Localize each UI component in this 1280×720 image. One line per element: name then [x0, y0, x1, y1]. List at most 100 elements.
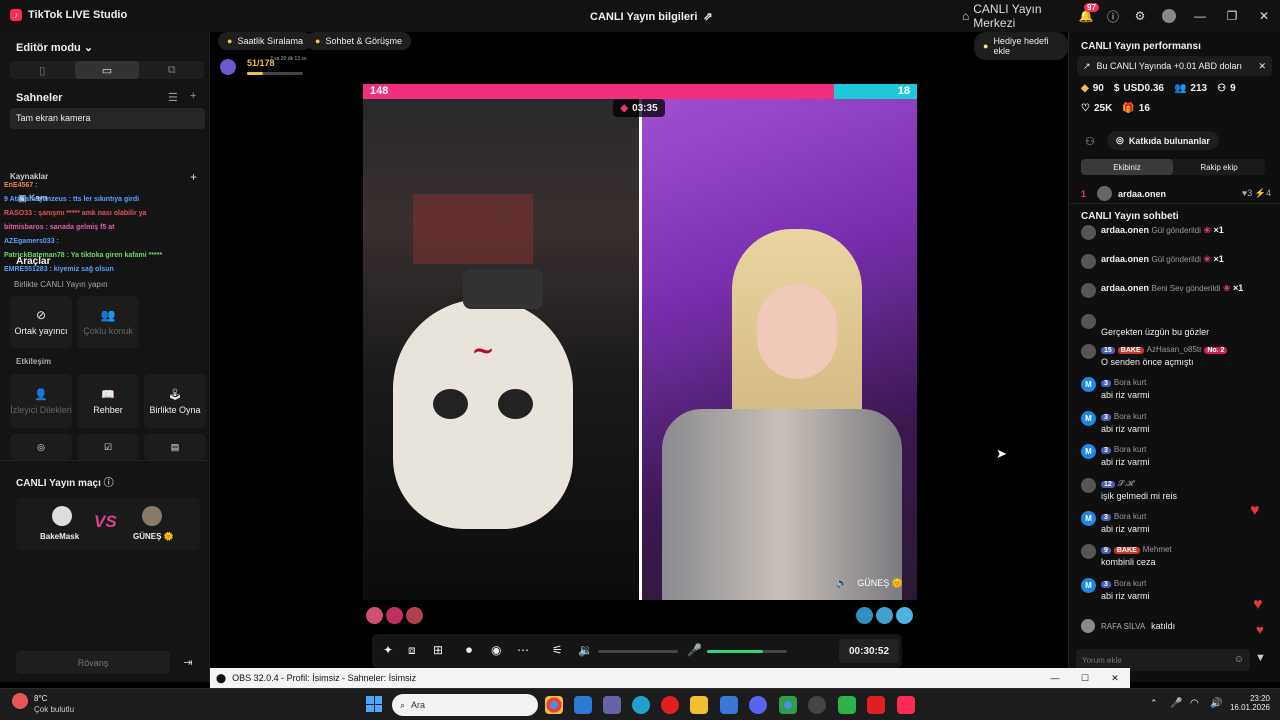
tab-mine[interactable]: Ekibiniz [1081, 159, 1173, 175]
supporter-avatar[interactable] [896, 607, 913, 624]
overlay-icon[interactable]: ⧈ [408, 643, 416, 658]
obs-window-bar[interactable]: ⬤ OBS 32.0.4 - Profil: İsimsiz - Sahnele… [210, 668, 1130, 688]
hourly-rank-button[interactable]: ● Saatlik Sıralama [218, 32, 312, 50]
chat-meet-button[interactable]: ● Sohbet & Görüşme [306, 32, 411, 50]
tab-rival[interactable]: Rakip ekip [1173, 159, 1265, 175]
mic-volume-slider[interactable] [707, 650, 787, 653]
mouse-cursor-icon: ➤ [996, 446, 1007, 461]
edge-icon[interactable] [632, 696, 650, 714]
weather-temp[interactable]: 8°C [34, 694, 47, 703]
emoji-icon[interactable]: ☺ [1234, 654, 1244, 665]
right-panel: CANLI Yayın performansı ↗ Bu CANLI Yayın… [1068, 32, 1280, 682]
multi-guest-tool[interactable]: 👥 Çoklu konuk [77, 296, 139, 348]
chat-meet-label: Sohbet & Görüşme [325, 36, 402, 46]
tool-extra-2[interactable]: ☑ [77, 434, 139, 460]
tray-chevron-icon[interactable]: ⌃ [1150, 698, 1158, 709]
dual-orientation-icon[interactable]: ⧉ [139, 61, 204, 79]
tool-extra-3[interactable]: ▤ [144, 434, 206, 460]
scene-item[interactable]: Tam ekran kamera [10, 108, 205, 129]
app-icon[interactable] [838, 696, 856, 714]
tool-extra-1[interactable]: ◎ [10, 434, 72, 460]
list-icon[interactable]: ☰ [168, 91, 178, 104]
filter-icon[interactable]: ▼ [1255, 652, 1266, 664]
heart-icon: ♡ [1081, 103, 1090, 114]
volume-tray-icon[interactable]: 🔊 [1210, 698, 1222, 709]
chat-text: Gerçekten üzgün bu gözler [1101, 327, 1210, 337]
chat-text: abi riz varmi [1101, 590, 1150, 601]
viewer-requests-tool[interactable]: 👤 İzleyici Dilekleri [10, 374, 72, 428]
rank-badge-icon [220, 59, 236, 75]
close-button[interactable]: ✕ [1248, 0, 1280, 32]
supporter-avatar[interactable] [406, 607, 423, 624]
effects-icon[interactable]: ✦ [383, 643, 393, 657]
microphone-icon[interactable]: 🎤 [687, 643, 702, 657]
minimize-icon[interactable]: — [1040, 673, 1070, 683]
minimize-button[interactable]: — [1184, 0, 1216, 32]
more-icon[interactable]: ⋯ [517, 643, 529, 657]
discord-icon[interactable] [749, 696, 767, 714]
chat-text: kombinli ceza [1101, 557, 1156, 568]
search-icon: ⌕ [400, 699, 406, 710]
restore-icon[interactable]: ☐ [1070, 673, 1100, 684]
live-info-button[interactable]: CANLI Yayın bilgileri ⇗ [590, 10, 713, 24]
cohost-tool[interactable]: ⊘ Ortak yayıncı [10, 296, 72, 348]
overlay-line-text: 9 Atanamayanzeus : tts ler sıkıntıya gir… [4, 196, 140, 203]
adjust-icon[interactable]: ⚟ [552, 643, 563, 657]
notifications-button[interactable]: 🔔 97 [1072, 0, 1100, 32]
avatar: M [1081, 511, 1096, 526]
settings-button[interactable]: ⚙ [1126, 0, 1154, 32]
taskbar-search[interactable]: ⌕ Ara [392, 694, 538, 716]
editor-mode-dropdown[interactable]: Editör modu ⌄ [16, 41, 93, 54]
chat-message: M 3 Bora kurt abi riz varmi [1081, 511, 1271, 534]
portrait-icon[interactable]: ▯ [10, 61, 75, 79]
skull-mask-image: ~ [393, 299, 573, 529]
level-badge: 15 [1101, 347, 1115, 354]
teams-icon[interactable] [603, 696, 621, 714]
elapsed-time: 00:30:52 [839, 639, 899, 663]
tiktok-taskbar-icon[interactable] [897, 696, 915, 714]
match-card[interactable]: BakeMask VS GÜNEŞ 🌞 [16, 498, 200, 550]
supporter-avatar[interactable] [876, 607, 893, 624]
wifi-icon[interactable]: ◠ [1190, 698, 1199, 709]
contributor-row[interactable]: 1 ardaa.onen ♥3 ⚡4 [1081, 186, 1271, 201]
capture-icon[interactable]: ◉ [491, 643, 501, 657]
add-scene-icon[interactable]: + [190, 90, 196, 102]
play-together-tool[interactable]: 🕹 Birlikte Oyna [144, 374, 206, 428]
close-icon[interactable]: ✕ [1258, 61, 1266, 72]
bake-badge: BAKE [1113, 547, 1140, 555]
speaker-icon[interactable]: 🔉 [578, 643, 593, 657]
obs-taskbar-icon[interactable] [808, 696, 826, 714]
mic-tray-icon[interactable]: 🎤 [1170, 698, 1182, 709]
restore-button[interactable]: ❐ [1216, 0, 1248, 32]
mail-icon[interactable] [720, 696, 738, 714]
guide-label: Rehber [93, 404, 123, 415]
chrome-icon[interactable] [545, 696, 563, 714]
landscape-icon[interactable]: ▭ [74, 61, 140, 79]
speaker-volume-slider[interactable] [598, 650, 678, 653]
youtube-icon[interactable] [867, 696, 885, 714]
chrome-alt-icon[interactable] [779, 696, 797, 714]
user-add-icon[interactable]: ⚇ [1085, 135, 1095, 148]
help-button[interactable]: ⓘ [1100, 0, 1126, 32]
contributors-button[interactable]: ◎ Katkıda bulunanlar [1107, 131, 1219, 150]
supporter-avatar[interactable] [366, 607, 383, 624]
rematch-button[interactable]: Rövanş [16, 651, 170, 674]
live-center-button[interactable]: ⌂ CANLI Yayın Merkezi [962, 0, 1072, 32]
close-icon[interactable]: ✕ [1100, 673, 1130, 684]
start-icon[interactable] [366, 696, 382, 712]
clock[interactable]: 23:20 16.01.2026 [1226, 694, 1270, 712]
opera-icon[interactable] [661, 696, 679, 714]
guide-tool[interactable]: 📖 Rehber [77, 374, 139, 428]
level-badge: 9 [1101, 547, 1111, 555]
layout-icon[interactable]: ⊞ [433, 643, 443, 657]
store-icon[interactable] [574, 696, 592, 714]
gift-goal-button[interactable]: ● Hediye hedefi ekle [974, 32, 1068, 60]
profile-avatar[interactable] [1154, 0, 1184, 32]
record-icon[interactable]: ⏺ [466, 643, 472, 658]
chat-message: M 3 Bora kurt abi riz varmi [1081, 410, 1271, 434]
supporter-avatar[interactable] [856, 607, 873, 624]
supporter-avatar[interactable] [386, 607, 403, 624]
chat-user: Bora kurt [1113, 445, 1147, 455]
folder-icon[interactable] [690, 696, 708, 714]
exit-match-icon[interactable]: ⇥ [176, 651, 200, 674]
